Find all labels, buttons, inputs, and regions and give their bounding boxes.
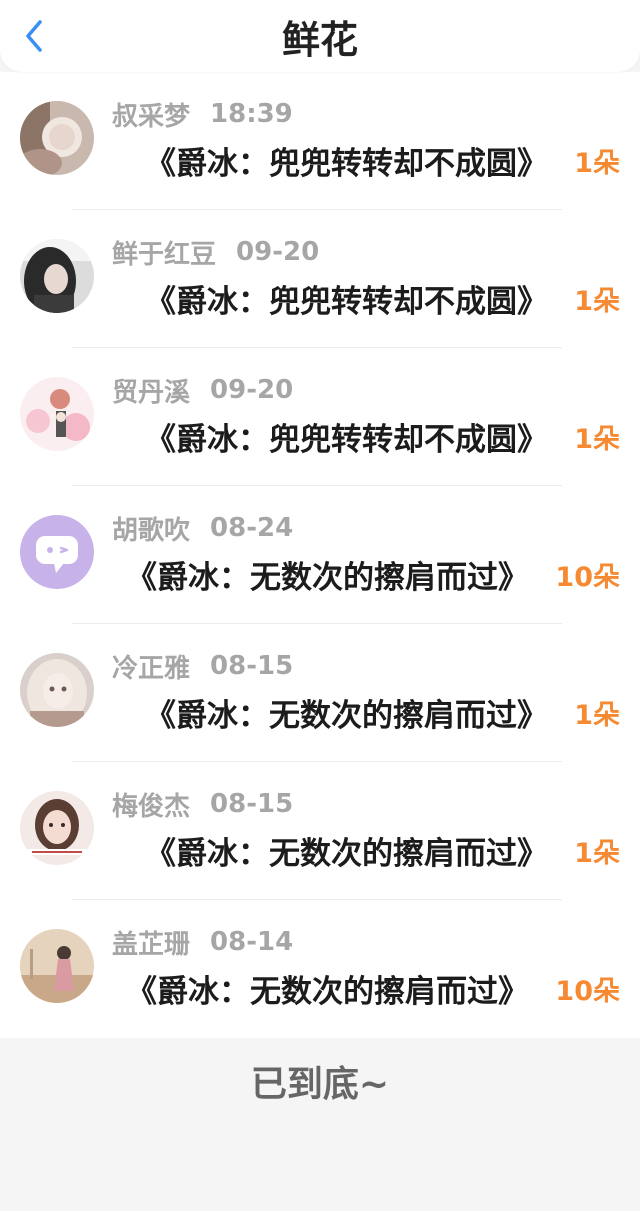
user-name: 冷正雅	[112, 653, 191, 684]
timestamp: 18:39	[210, 99, 293, 129]
book-title: 《爵冰：无数次的擦肩而过》	[145, 836, 548, 872]
list-item[interactable]: 冷正雅 08-15 《爵冰：无数次的擦肩而过》 1朵	[0, 624, 640, 762]
item-meta: 冷正雅 08-15	[112, 648, 293, 684]
list-item[interactable]: 贸丹溪 09-20 《爵冰：兜兜转转却不成圆》 1朵	[0, 348, 640, 486]
book-title: 《爵冰：兜兜转转却不成圆》	[145, 284, 548, 320]
page-title: 鲜花	[281, 18, 358, 62]
book-title: 《爵冰：无数次的擦肩而过》	[126, 974, 529, 1010]
avatar[interactable]	[20, 653, 94, 727]
avatar[interactable]	[20, 239, 94, 313]
chat-bubble-icon	[20, 515, 94, 589]
flower-count: 1朵	[574, 700, 620, 731]
flower-count: 1朵	[574, 148, 620, 179]
user-name: 胡歌吹	[112, 515, 191, 546]
timestamp: 08-14	[210, 927, 294, 957]
flower-count: 10朵	[555, 976, 620, 1007]
user-name: 梅俊杰	[112, 791, 191, 822]
list-item[interactable]: 鲜于红豆 09-20 《爵冰：兜兜转转却不成圆》 1朵	[0, 210, 640, 348]
avatar[interactable]	[20, 929, 94, 1003]
item-meta: 盖芷珊 08-14	[112, 924, 293, 960]
item-meta: 胡歌吹 08-24	[112, 510, 293, 546]
book-title: 《爵冰：兜兜转转却不成圆》	[145, 146, 548, 182]
avatar[interactable]	[20, 377, 94, 451]
book-title: 《爵冰：无数次的擦肩而过》	[145, 698, 548, 734]
flower-count: 1朵	[574, 838, 620, 869]
list-footer: 已到底~	[0, 1038, 640, 1211]
avatar[interactable]	[20, 515, 94, 589]
list-item[interactable]: 叔采梦 18:39 《爵冰：兜兜转转却不成圆》 1朵	[0, 72, 640, 210]
timestamp: 09-20	[210, 375, 294, 405]
flower-count: 1朵	[574, 286, 620, 317]
flower-list: 叔采梦 18:39 《爵冰：兜兜转转却不成圆》 1朵 鲜于红豆 09-20 《爵…	[0, 72, 640, 1038]
item-meta: 鲜于红豆 09-20	[112, 234, 319, 270]
avatar[interactable]	[20, 101, 94, 175]
user-name: 贸丹溪	[112, 377, 191, 408]
user-name: 鲜于红豆	[112, 239, 217, 270]
flower-count: 1朵	[574, 424, 620, 455]
book-title: 《爵冰：兜兜转转却不成圆》	[145, 422, 548, 458]
book-title: 《爵冰：无数次的擦肩而过》	[126, 560, 529, 596]
item-meta: 梅俊杰 08-15	[112, 786, 293, 822]
list-item[interactable]: 盖芷珊 08-14 《爵冰：无数次的擦肩而过》 10朵	[0, 900, 640, 1038]
item-meta: 贸丹溪 09-20	[112, 372, 293, 408]
user-name: 叔采梦	[112, 101, 191, 132]
list-item[interactable]: 胡歌吹 08-24 《爵冰：无数次的擦肩而过》 10朵	[0, 486, 640, 624]
header-bar: 鲜花	[0, 0, 640, 72]
flower-count: 10朵	[555, 562, 620, 593]
timestamp: 08-15	[210, 789, 294, 819]
user-name: 盖芷珊	[112, 929, 191, 960]
item-meta: 叔采梦 18:39	[112, 96, 293, 132]
end-of-list-text: 已到底~	[250, 1064, 390, 1105]
timestamp: 09-20	[236, 237, 320, 267]
timestamp: 08-15	[210, 651, 294, 681]
avatar[interactable]	[20, 791, 94, 865]
timestamp: 08-24	[210, 513, 294, 543]
list-item[interactable]: 梅俊杰 08-15 《爵冰：无数次的擦肩而过》 1朵	[0, 762, 640, 900]
